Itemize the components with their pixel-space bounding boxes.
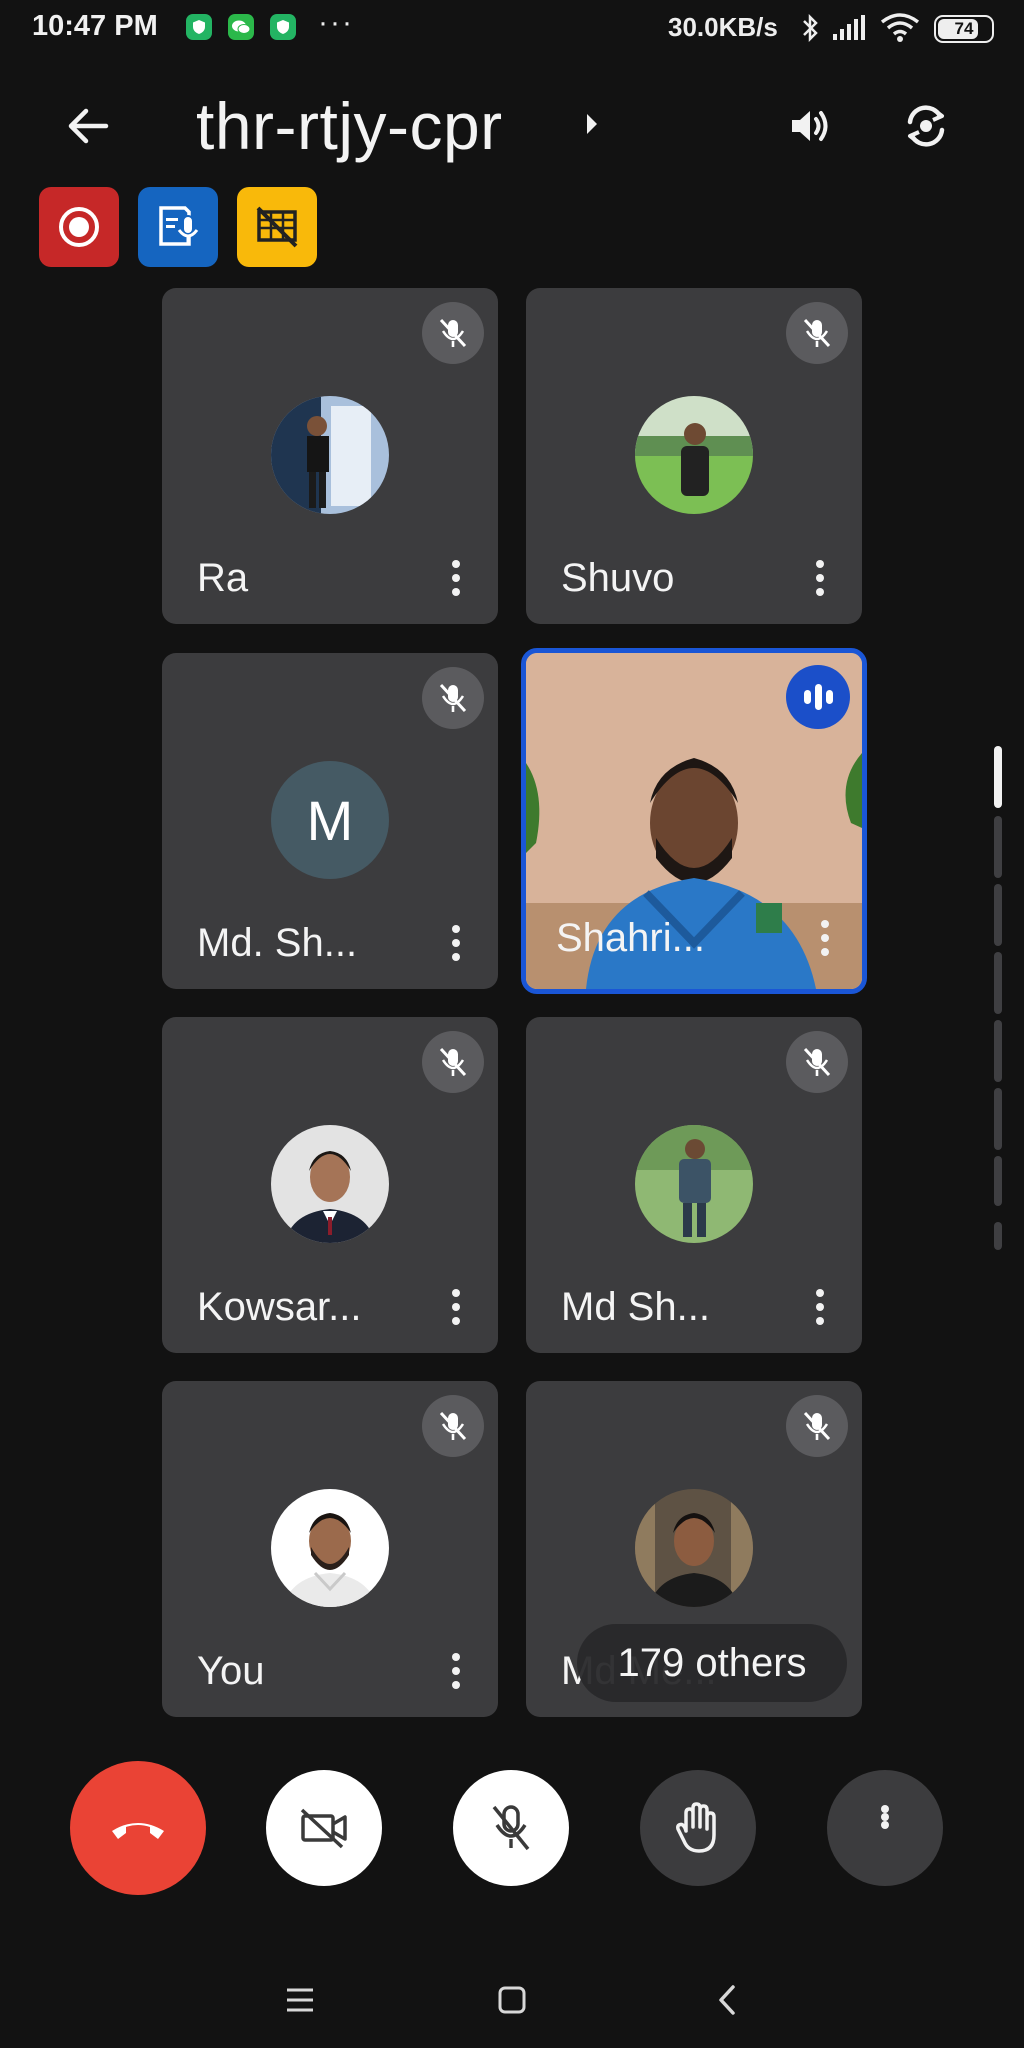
- scrollbar-segment: [994, 1020, 1002, 1082]
- scrollbar-thumb[interactable]: [994, 746, 1002, 808]
- more-notifications-icon: ···: [318, 6, 354, 39]
- network-speed: 30.0KB/s: [668, 12, 778, 42]
- mic-off-icon: [786, 1031, 848, 1093]
- end-call-icon: [112, 1823, 164, 1839]
- avatar-initial: M: [271, 761, 389, 879]
- home-icon[interactable]: [492, 1980, 532, 2020]
- more-vert-icon[interactable]: [813, 916, 837, 960]
- shield-app-icon: [186, 14, 212, 40]
- no-screen-share-icon[interactable]: [237, 187, 317, 267]
- mic-off-icon: [786, 302, 848, 364]
- avatar: [271, 396, 389, 514]
- scrollbar-segment: [994, 1156, 1002, 1206]
- scrollbar-segment: [994, 884, 1002, 946]
- mic-off-icon: [492, 1805, 530, 1851]
- raise-hand-icon: [676, 1802, 716, 1853]
- participant-name: Shahri...: [556, 916, 705, 960]
- participant-tile-shuvo[interactable]: Shuvo: [526, 288, 862, 624]
- avatar: [271, 1489, 389, 1607]
- mic-off-icon: [422, 1031, 484, 1093]
- shield-app-icon-2: [270, 14, 296, 40]
- camera-toggle-button[interactable]: [266, 1770, 382, 1886]
- participant-tile-shahri[interactable]: Shahri...: [521, 648, 867, 994]
- wechat-icon: [228, 14, 254, 40]
- more-options-button[interactable]: [827, 1770, 943, 1886]
- participant-tile-kowsar[interactable]: Kowsar...: [162, 1017, 498, 1353]
- participant-name: Kowsar...: [197, 1285, 362, 1329]
- participant-name: You: [197, 1649, 265, 1693]
- recording-icon[interactable]: [39, 187, 119, 267]
- participant-name: Ra: [197, 556, 249, 600]
- meeting-title[interactable]: thr-rtjy-cpr: [196, 88, 503, 164]
- avatar: [635, 1125, 753, 1243]
- bluetooth-icon: [800, 13, 820, 47]
- switch-camera-icon[interactable]: [894, 94, 958, 158]
- avatar: [271, 1125, 389, 1243]
- battery-indicator: 74: [934, 15, 994, 43]
- status-time: 10:47 PM: [32, 10, 158, 42]
- participant-name: Md Sh...: [561, 1285, 710, 1329]
- back-nav-icon[interactable]: [707, 1980, 747, 2020]
- wifi-icon: [880, 12, 922, 49]
- scrollbar-segment: [994, 1222, 1002, 1250]
- others-count-pill[interactable]: 179 others: [577, 1624, 847, 1702]
- speaking-indicator-icon: [786, 665, 850, 729]
- participant-tile-ra[interactable]: Ra: [162, 288, 498, 624]
- more-vert-icon[interactable]: [808, 556, 832, 600]
- signal-icon: [832, 14, 868, 47]
- scrollbar-segment: [994, 952, 1002, 1014]
- participant-tile-md-sh-2[interactable]: Md Sh...: [526, 1017, 862, 1353]
- back-arrow-icon[interactable]: [56, 94, 120, 158]
- avatar: [635, 396, 753, 514]
- avatar: [635, 1489, 753, 1607]
- more-vert-icon[interactable]: [444, 1285, 468, 1329]
- more-vert-icon[interactable]: [444, 921, 468, 965]
- recent-apps-icon[interactable]: [280, 1980, 320, 2020]
- more-vert-icon[interactable]: [444, 1649, 468, 1693]
- more-vert-icon: [881, 1805, 889, 1851]
- more-vert-icon[interactable]: [444, 556, 468, 600]
- participant-tile-md-sh[interactable]: M Md. Sh...: [162, 653, 498, 989]
- raise-hand-button[interactable]: [640, 1770, 756, 1886]
- participant-name: Shuvo: [561, 556, 675, 600]
- mic-off-icon: [422, 302, 484, 364]
- participant-name: Md. Sh...: [197, 921, 358, 965]
- mic-off-icon: [422, 667, 484, 729]
- scrollbar-segment: [994, 1088, 1002, 1150]
- camera-off-icon: [300, 1808, 347, 1849]
- transcription-icon[interactable]: [138, 187, 218, 267]
- more-vert-icon[interactable]: [808, 1285, 832, 1329]
- scrollbar-segment: [994, 816, 1002, 878]
- mic-off-icon: [422, 1395, 484, 1457]
- participant-tile-you[interactable]: You: [162, 1381, 498, 1717]
- speaker-icon[interactable]: [778, 94, 842, 158]
- mic-toggle-button[interactable]: [453, 1770, 569, 1886]
- chevron-right-icon[interactable]: [584, 110, 600, 143]
- end-call-button[interactable]: [70, 1761, 206, 1895]
- mic-off-icon: [786, 1395, 848, 1457]
